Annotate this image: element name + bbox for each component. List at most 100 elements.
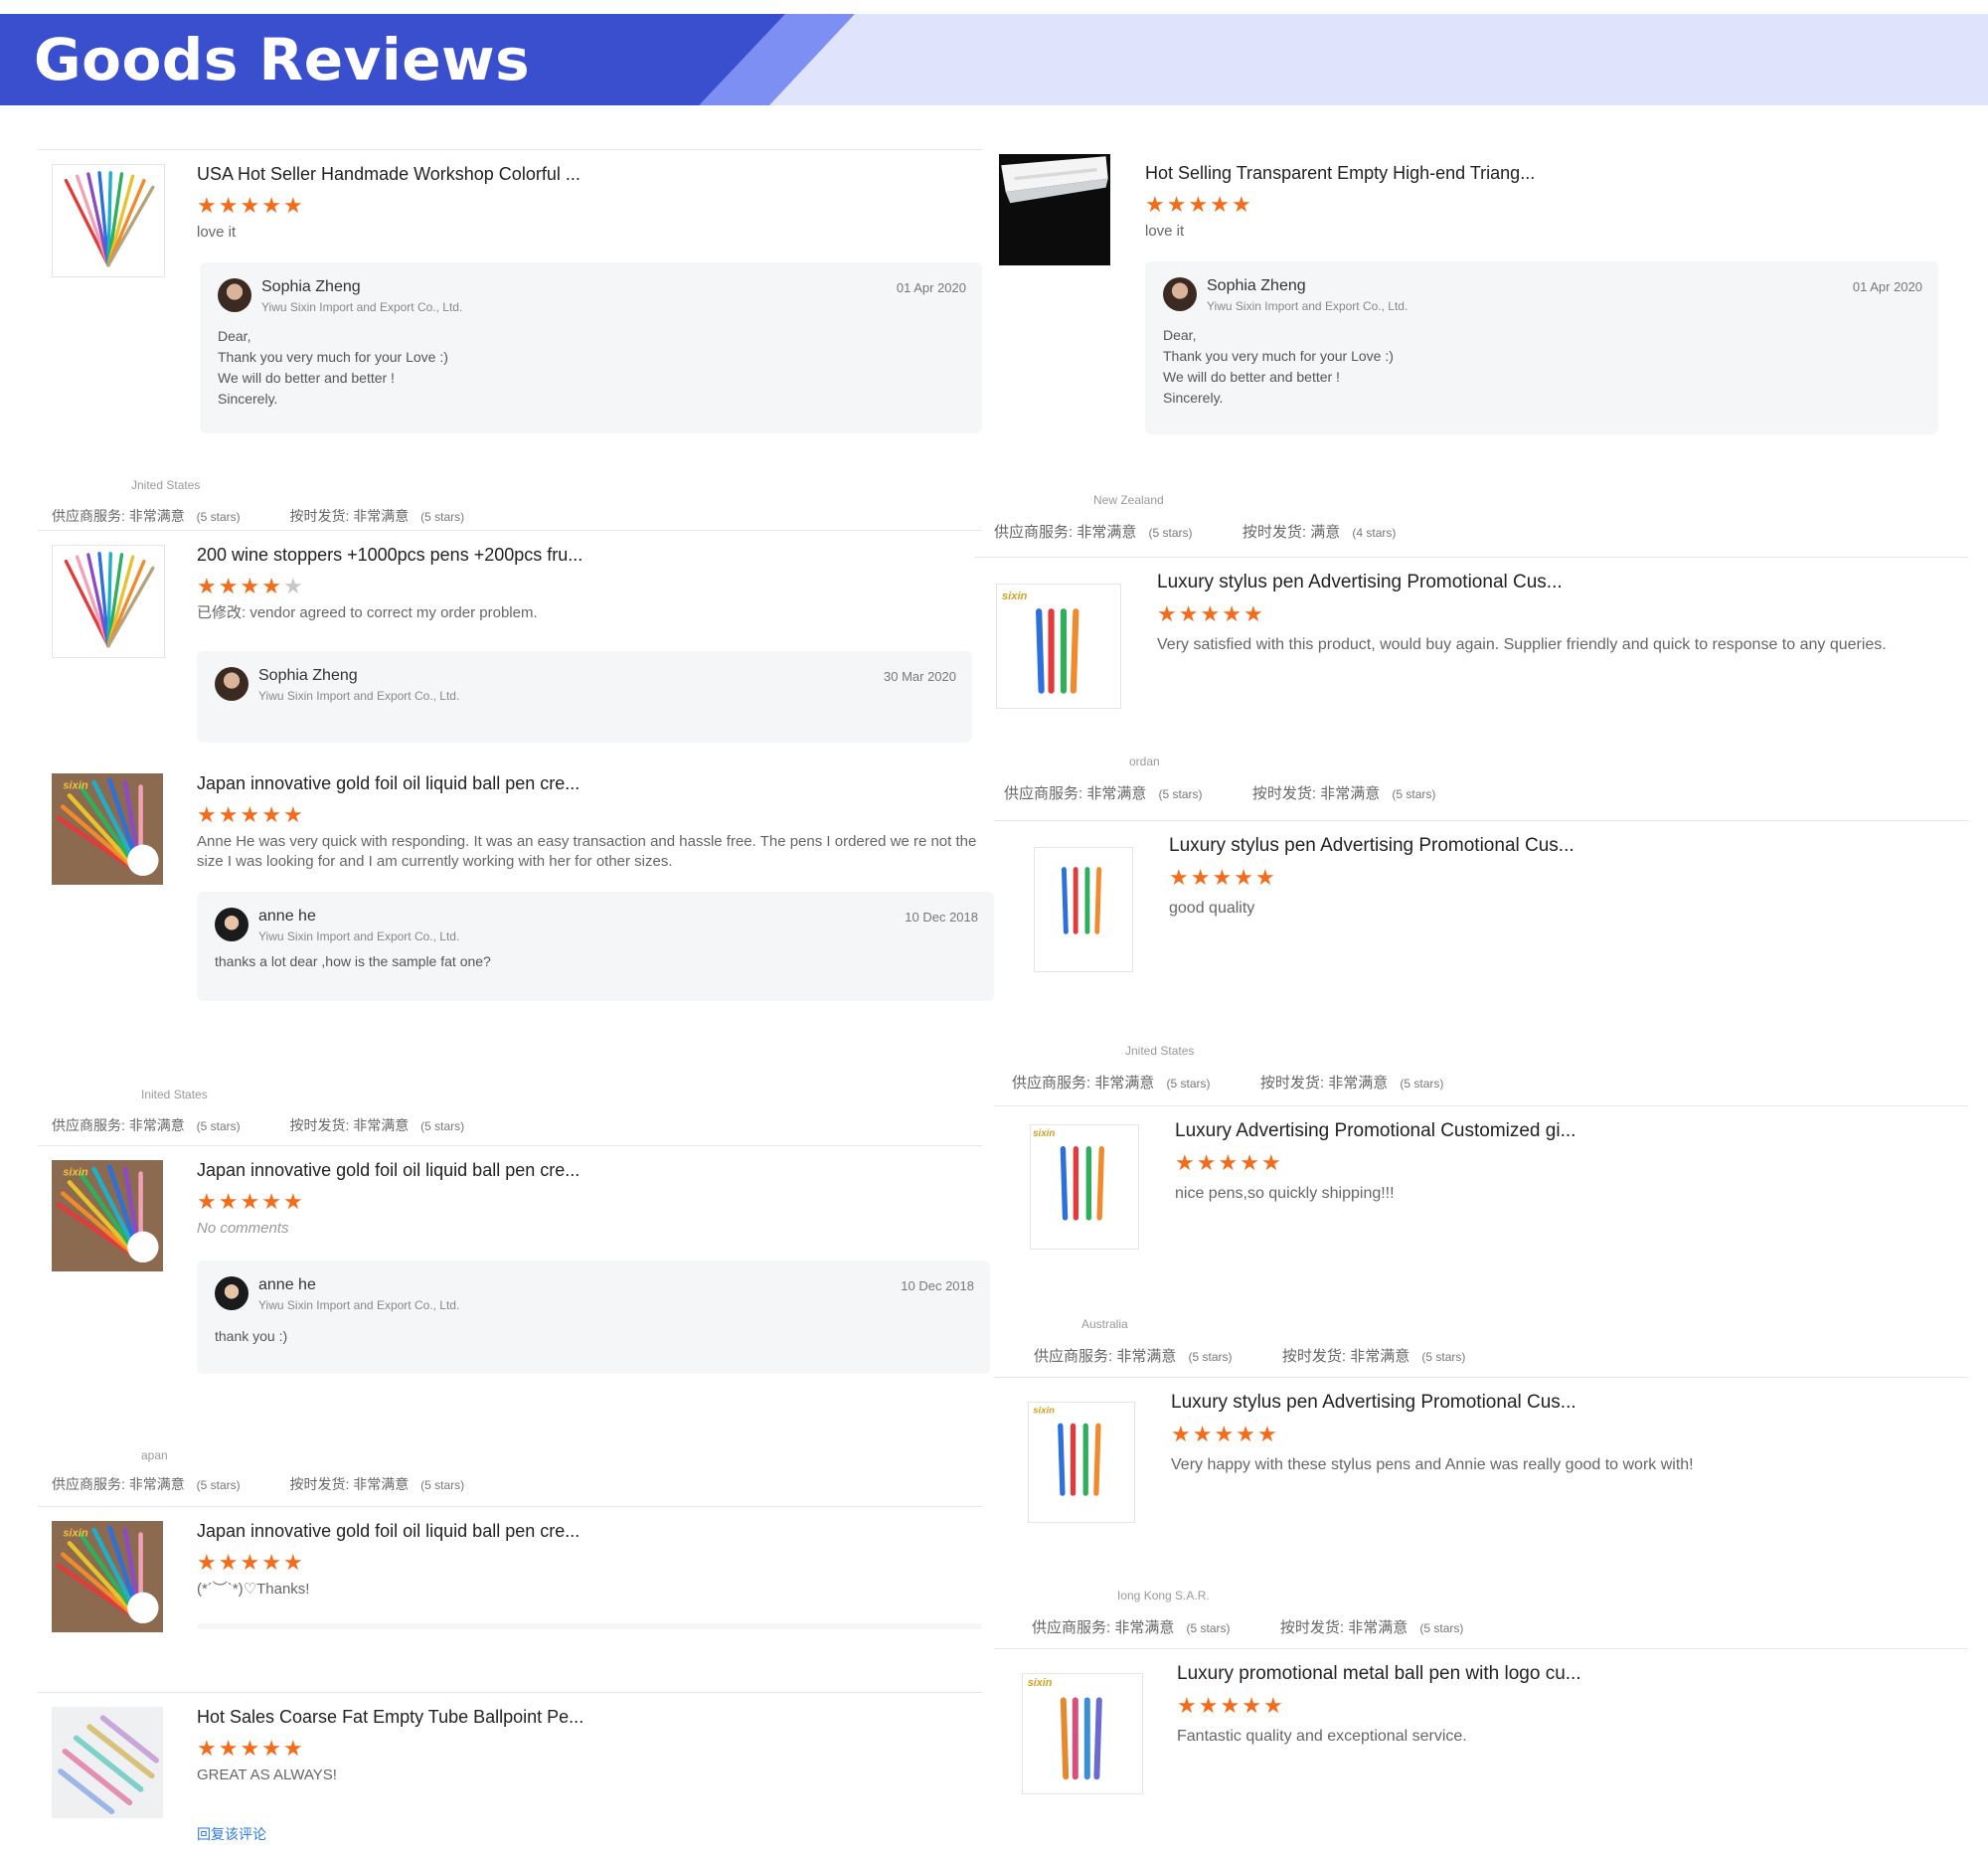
buyer-country: apan	[141, 1448, 168, 1462]
reviews-column-left: USA Hot Seller Handmade Workshop Colorfu…	[38, 149, 994, 1852]
star-icon: ★	[1254, 865, 1275, 890]
review-text: (*´︶`*)♡Thanks!	[197, 1581, 310, 1598]
product-image[interactable]: sixin	[52, 1521, 163, 1632]
star-icon: ★	[240, 1189, 260, 1214]
review-text: good quality	[1169, 900, 1255, 917]
supplier-service-value: 非常满意	[1077, 524, 1137, 541]
star-icon: ★	[1262, 1693, 1283, 1718]
on-time-value: 非常满意	[353, 508, 410, 524]
product-title[interactable]: Japan innovative gold foil oil liquid ba…	[197, 773, 994, 794]
on-time-label: 按时发货:	[289, 1476, 350, 1492]
review-item: sixin Luxury stylus pen Advertising Prom…	[994, 1377, 1968, 1648]
supplier-service-label: 供应商服务:	[1012, 1075, 1091, 1092]
product-title[interactable]: Luxury stylus pen Advertising Promotiona…	[1171, 1392, 1968, 1414]
product-image[interactable]	[52, 545, 165, 658]
product-title[interactable]: Hot Selling Transparent Empty High-end T…	[1145, 163, 1938, 184]
on-time-value: 非常满意	[1348, 1619, 1408, 1636]
star-icon: ★	[240, 1550, 260, 1575]
product-title[interactable]: Luxury Advertising Promotional Customize…	[1175, 1120, 1968, 1142]
star-icon: ★	[1236, 1422, 1255, 1446]
rating-stars: ★ ★ ★ ★ ★	[197, 804, 994, 826]
reply-to-review-link[interactable]: 回复该评论	[197, 1824, 266, 1844]
buyer-country: Australia	[1081, 1317, 1128, 1331]
product-image[interactable]: sixin	[1030, 1124, 1139, 1250]
empty-tube-pens-icon	[52, 1707, 163, 1818]
product-title[interactable]: Japan innovative gold foil oil liquid ba…	[197, 1160, 990, 1181]
star-icon: ★	[1218, 1150, 1239, 1175]
on-time-label: 按时发货:	[1279, 1619, 1345, 1636]
supplier-service-label: 供应商服务:	[1032, 1619, 1111, 1636]
product-title[interactable]: 200 wine stoppers +1000pcs pens +200pcs …	[197, 545, 972, 566]
reply-date: 10 Dec 2018	[901, 1278, 974, 1293]
star-icon: ★	[1192, 1422, 1213, 1446]
product-image[interactable]	[999, 154, 1110, 265]
product-title[interactable]: USA Hot Seller Handmade Workshop Colorfu…	[197, 164, 982, 185]
star-icon: ★	[1234, 865, 1253, 890]
product-image[interactable]	[52, 1707, 163, 1818]
rating-stars: ★ ★ ★ ★ ★	[197, 1552, 982, 1574]
product-title[interactable]: Luxury promotional metal ball pen with l…	[1177, 1663, 1968, 1685]
star-icon: ★	[218, 574, 239, 598]
product-image[interactable]	[52, 164, 165, 277]
star-icon: ★	[240, 193, 260, 218]
glitter-pen-fan-icon: sixin	[52, 1160, 163, 1271]
reply-author: anne he	[258, 1276, 316, 1293]
reply-company: Yiwu Sixin Import and Export Co., Ltd.	[1207, 299, 1408, 313]
star-icon: ★	[197, 1189, 217, 1214]
reviews-banner: Goods Reviews	[0, 14, 1988, 105]
review-text: GREAT AS ALWAYS!	[197, 1767, 337, 1783]
review-meta: Australia 供应商服务: 非常满意 (5 stars) 按时发货: 非常…	[1034, 1317, 1465, 1366]
buyer-country: New Zealand	[1093, 493, 1164, 507]
supplier-service-label: 供应商服务:	[52, 508, 125, 524]
product-title[interactable]: Hot Sales Coarse Fat Empty Tube Ballpoin…	[197, 1707, 982, 1728]
avatar	[218, 278, 251, 312]
supplier-service-stars: (5 stars)	[196, 510, 241, 524]
star-icon: ★	[218, 1189, 239, 1214]
supplier-service-label: 供应商服务:	[52, 1117, 125, 1133]
review-meta: apan 供应商服务: 非常满意 (5 stars) 按时发货: 非常满意 (5…	[52, 1448, 465, 1494]
on-time-value: 非常满意	[1350, 1348, 1410, 1365]
reply-company: Yiwu Sixin Import and Export Co., Ltd.	[258, 1298, 460, 1312]
star-icon: ★	[1188, 192, 1209, 217]
product-image[interactable]: sixin	[1022, 1673, 1143, 1794]
product-image[interactable]: sixin	[52, 1160, 163, 1271]
buyer-country: Iong Kong S.A.R.	[1117, 1589, 1210, 1602]
avatar	[215, 667, 248, 701]
review-text: No comments	[197, 1220, 289, 1237]
supplier-service-value: 非常满意	[1094, 1075, 1155, 1092]
product-title[interactable]: Luxury stylus pen Advertising Promotiona…	[1169, 835, 1968, 857]
avatar	[1163, 277, 1197, 311]
colored-pen-fan-icon	[64, 171, 155, 267]
on-time-stars: (5 stars)	[420, 510, 465, 524]
review-item: USA Hot Seller Handmade Workshop Colorfu…	[38, 149, 982, 530]
reply-company: Yiwu Sixin Import and Export Co., Ltd.	[258, 929, 460, 943]
star-icon: ★	[1190, 865, 1211, 890]
supplier-service-value: 非常满意	[1116, 1348, 1177, 1365]
avatar	[215, 908, 248, 941]
star-icon: ★	[1214, 1422, 1235, 1446]
star-icon: ★	[261, 1550, 281, 1575]
review-item: sixin Japan innovative gold foil oil liq…	[38, 759, 994, 1145]
product-title[interactable]: Japan innovative gold foil oil liquid ba…	[197, 1521, 982, 1542]
review-item: sixin Luxury stylus pen Advertising Prom…	[974, 557, 1968, 820]
buyer-country: Inited States	[141, 1088, 208, 1101]
review-meta: Iong Kong S.A.R. 供应商服务: 非常满意 (5 stars) 按…	[1032, 1589, 1463, 1637]
star-icon: ★	[1220, 1693, 1241, 1718]
product-image[interactable]	[1034, 847, 1133, 972]
star-icon: ★	[282, 1189, 303, 1214]
product-image[interactable]: sixin	[996, 584, 1121, 709]
product-image[interactable]: sixin	[52, 773, 163, 885]
glitter-pen-fan-icon: sixin	[52, 1521, 163, 1632]
star-icon: ★	[218, 802, 239, 827]
product-title[interactable]: Luxury stylus pen Advertising Promotiona…	[1157, 572, 1968, 593]
star-icon: ★	[261, 193, 281, 218]
reply-author: Sophia Zheng	[261, 278, 361, 295]
svg-text:sixin: sixin	[63, 1167, 88, 1179]
product-image[interactable]: sixin	[1028, 1402, 1135, 1523]
on-time-label: 按时发货:	[289, 508, 350, 524]
star-icon: ★	[1200, 601, 1221, 626]
reply-company: Yiwu Sixin Import and Export Co., Ltd.	[258, 689, 460, 703]
stylus-pens-icon: sixin	[1028, 1677, 1102, 1780]
on-time-stars: (5 stars)	[420, 1478, 465, 1492]
review-item: sixin Luxury promotional metal ball pen …	[994, 1648, 1968, 1824]
